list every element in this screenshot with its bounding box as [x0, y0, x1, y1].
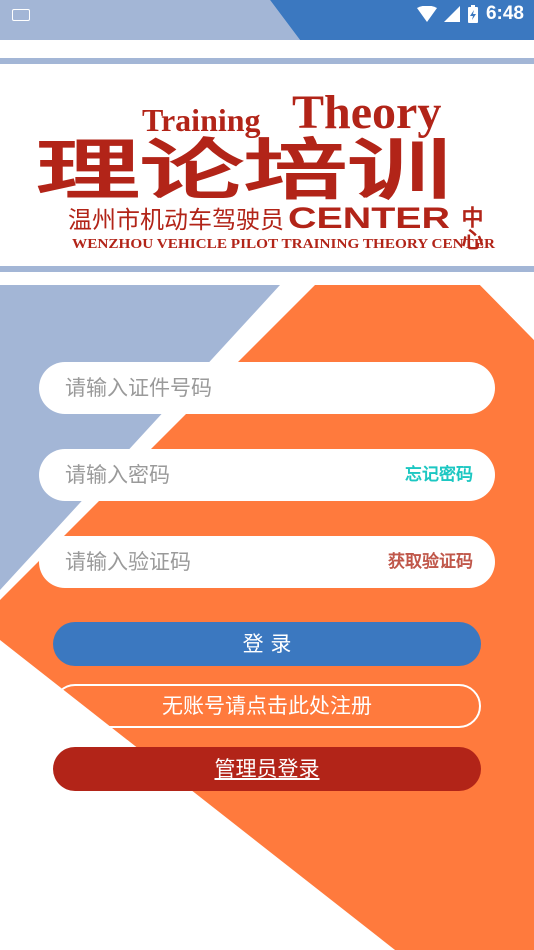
status-time: 6:48 — [485, 3, 524, 24]
admin-login-button[interactable]: 管理员登录 — [53, 747, 481, 791]
status-icons: 6:48 — [416, 3, 524, 25]
logo-subtitle-cn: 温州市机动车驾驶员 — [68, 206, 284, 234]
id-number-field[interactable] — [39, 362, 495, 414]
logo-subtitle-center: CENTER — [288, 202, 450, 235]
id-number-input[interactable] — [65, 362, 365, 414]
wifi-icon — [416, 6, 437, 22]
forgot-password-link[interactable]: 忘记密码 — [405, 449, 473, 501]
signal-icon — [443, 6, 460, 22]
password-field[interactable]: 忘记密码 — [39, 449, 495, 501]
keyboard-icon — [12, 9, 30, 21]
register-button[interactable]: 无账号请点击此处注册 — [53, 684, 481, 728]
verification-code-input[interactable] — [65, 536, 365, 588]
login-button[interactable]: 登 录 — [53, 622, 481, 666]
verification-code-field[interactable]: 获取验证码 — [39, 536, 495, 588]
logo-title-cn: 理论培训 — [36, 132, 451, 209]
status-bar: 6:48 — [0, 0, 534, 28]
get-code-link[interactable]: 获取验证码 — [388, 536, 473, 588]
center-logo: Training Theory 理论培训 中心 温州市机动车驾驶员 CENTER… — [36, 86, 495, 251]
logo-tagline: WENZHOU VEHICLE PILOT TRAINING THEORY CE… — [72, 236, 495, 251]
battery-icon — [467, 5, 478, 23]
password-input[interactable] — [65, 449, 365, 501]
